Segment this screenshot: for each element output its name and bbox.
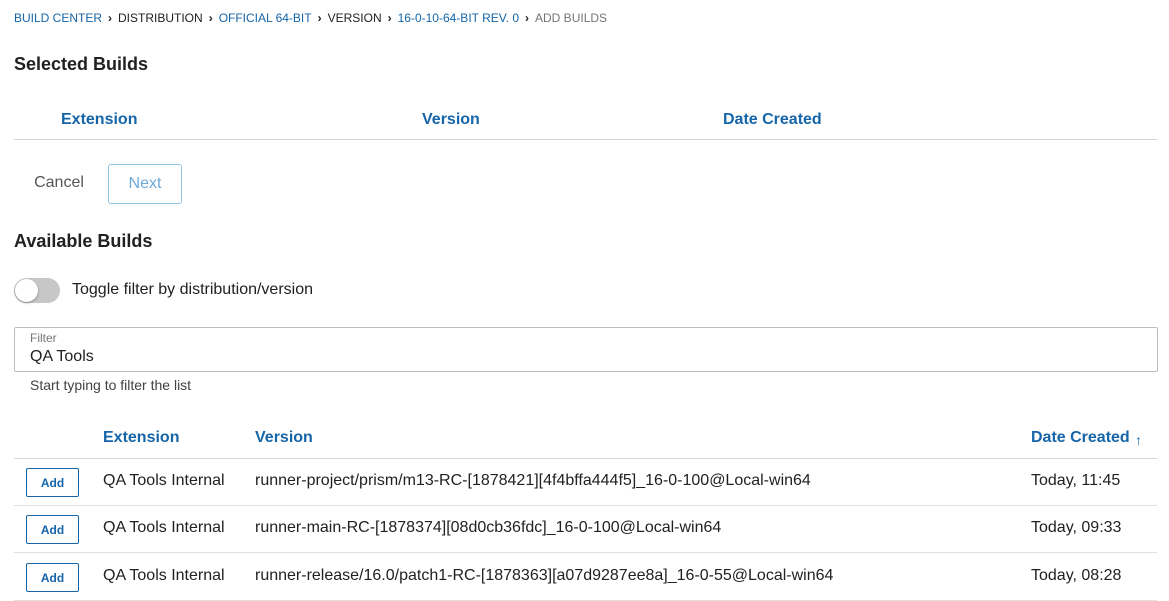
chevron-right-icon: ›	[525, 11, 530, 25]
column-header-version[interactable]: Version	[422, 111, 480, 129]
breadcrumb-version-rev[interactable]: 16-0-10-64-BIT REV. 0	[398, 11, 519, 25]
filter-toggle-switch[interactable]	[14, 278, 60, 303]
table-row: Add QA Tools Internal runner-release/16.…	[14, 553, 1157, 601]
table-row: Add QA Tools Internal runner-main-RC-[18…	[14, 505, 1157, 553]
column-header-date-created[interactable]: Date Created	[723, 111, 822, 129]
breadcrumb-version: VERSION	[327, 11, 382, 25]
toggle-label: Toggle filter by distribution/version	[72, 281, 314, 298]
row-date-created: Today, 11:45	[1031, 472, 1121, 489]
filter-helper-text: Start typing to filter the list	[30, 377, 192, 393]
breadcrumb-official-64-bit[interactable]: OFFICIAL 64-BIT	[219, 11, 312, 25]
row-version: runner-project/prism/m13-RC-[1878421][4f…	[255, 472, 811, 489]
chevron-right-icon: ›	[108, 11, 113, 25]
add-button[interactable]: Add	[26, 563, 79, 592]
available-builds-title: Available Builds	[14, 231, 153, 251]
row-extension: QA Tools Internal	[103, 519, 225, 536]
filter-label: Filter	[30, 331, 57, 345]
breadcrumb-add-builds: ADD BUILDS	[535, 11, 608, 25]
filter-field[interactable]: Filter	[14, 327, 1158, 372]
column-header-extension[interactable]: Extension	[61, 111, 137, 129]
breadcrumb: BUILD CENTER › DISTRIBUTION › OFFICIAL 6…	[14, 11, 607, 25]
add-button[interactable]: Add	[26, 515, 79, 544]
add-button[interactable]: Add	[26, 468, 79, 497]
table-row: Add QA Tools Internal runner-project/pri…	[14, 458, 1157, 506]
next-button[interactable]: Next	[108, 164, 182, 204]
column-header-version[interactable]: Version	[255, 429, 313, 447]
row-extension: QA Tools Internal	[103, 472, 225, 489]
selected-builds-title: Selected Builds	[14, 54, 149, 74]
chevron-right-icon: ›	[387, 11, 392, 25]
row-version: runner-main-RC-[1878374][08d0cb36fdc]_16…	[255, 519, 722, 536]
sort-ascending-icon[interactable]: ↑	[1135, 432, 1142, 448]
breadcrumb-build-center[interactable]: BUILD CENTER	[14, 11, 102, 25]
selected-builds-table-header: Extension Version Date Created	[14, 96, 1157, 140]
chevron-right-icon: ›	[208, 11, 213, 25]
chevron-right-icon: ›	[317, 11, 322, 25]
column-header-extension[interactable]: Extension	[103, 429, 179, 447]
cancel-button[interactable]: Cancel	[22, 164, 96, 202]
column-header-date-created[interactable]: Date Created	[1031, 429, 1130, 447]
row-extension: QA Tools Internal	[103, 567, 225, 584]
breadcrumb-distribution: DISTRIBUTION	[118, 11, 203, 25]
filter-input[interactable]	[30, 348, 1130, 366]
toggle-knob	[15, 279, 38, 302]
available-builds-table-header: Extension Version Date Created ↑	[14, 417, 1157, 459]
row-date-created: Today, 09:33	[1031, 519, 1122, 536]
row-date-created: Today, 08:28	[1031, 567, 1122, 584]
row-version: runner-release/16.0/patch1-RC-[1878363][…	[255, 567, 834, 584]
